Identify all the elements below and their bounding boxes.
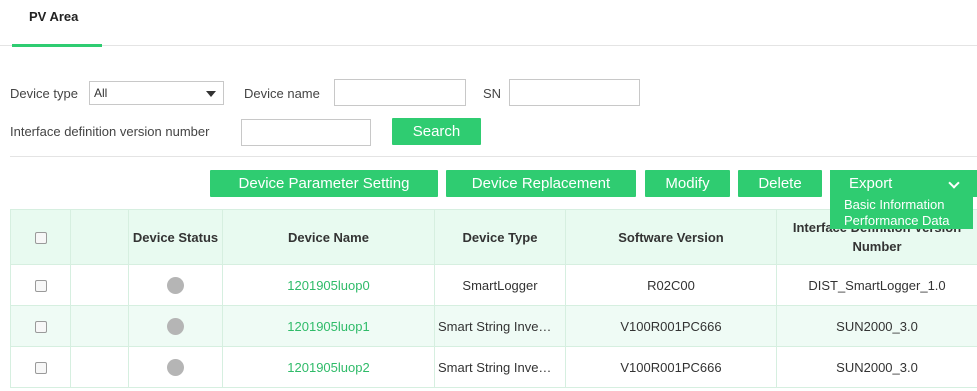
interface-version-cell: SUN2000_3.0 xyxy=(776,305,977,347)
interface-version-cell: SUN2000_3.0 xyxy=(776,346,977,388)
device-type-label: Device type xyxy=(10,86,78,101)
interface-version-input[interactable] xyxy=(241,119,371,146)
export-button[interactable]: Export xyxy=(830,170,977,197)
device-name-link[interactable]: 1201905luop1 xyxy=(222,305,435,347)
status-dot-icon xyxy=(167,276,184,294)
export-menu-performance-data[interactable]: Performance Data xyxy=(844,213,950,228)
device-type-cell: Smart String Inve… xyxy=(434,305,566,347)
device-parameter-setting-button[interactable]: Device Parameter Setting xyxy=(210,170,438,197)
device-type-header: Device Type xyxy=(434,209,566,265)
select-all-header xyxy=(10,209,71,265)
device-type-value: All xyxy=(94,86,108,100)
device-name-link[interactable]: 1201905luop0 xyxy=(222,264,435,306)
device-status-header: Device Status xyxy=(128,209,223,265)
row-select-cell xyxy=(10,305,71,347)
blank-cell xyxy=(70,305,129,347)
row-select-cell xyxy=(10,346,71,388)
chevron-down-icon xyxy=(948,177,960,189)
device-type-cell: Smart String Inve… xyxy=(434,346,566,388)
export-dropdown-menu: Basic Information Performance Data xyxy=(830,197,973,229)
status-dot-icon xyxy=(167,358,184,376)
tab-bar: PV Area xyxy=(0,0,977,47)
device-name-header: Device Name xyxy=(222,209,435,265)
sn-label: SN xyxy=(483,86,502,101)
device-name-link[interactable]: 1201905luop2 xyxy=(222,346,435,388)
row-select-cell xyxy=(10,264,71,306)
device-status-cell xyxy=(128,346,223,388)
device-status-cell xyxy=(128,264,223,306)
device-status-cell xyxy=(128,305,223,347)
table-row: 1201905luop2 Smart String Inve… V100R001… xyxy=(10,346,977,388)
status-dot-icon xyxy=(167,317,184,335)
search-button[interactable]: Search xyxy=(392,118,481,145)
row-checkbox[interactable] xyxy=(34,362,47,375)
device-table: Device Status Device Name Device Type So… xyxy=(10,209,977,388)
device-type-select[interactable]: All xyxy=(89,81,224,105)
export-menu-basic-information[interactable]: Basic Information xyxy=(844,197,944,212)
device-replacement-button[interactable]: Device Replacement xyxy=(446,170,636,197)
software-version-cell: V100R001PC666 xyxy=(565,346,777,388)
tab-pv-area[interactable]: PV Area xyxy=(12,0,102,47)
modify-button[interactable]: Modify xyxy=(645,170,730,197)
table-row: 1201905luop1 Smart String Inve… V100R001… xyxy=(10,305,977,347)
blank-cell xyxy=(70,264,129,306)
caret-down-icon xyxy=(206,91,216,97)
device-type-cell: SmartLogger xyxy=(434,264,566,306)
software-version-header: Software Version xyxy=(565,209,777,265)
device-name-label: Device name xyxy=(244,86,320,101)
delete-button[interactable]: Delete xyxy=(738,170,822,197)
software-version-cell: R02C00 xyxy=(565,264,777,306)
interface-version-cell: DIST_SmartLogger_1.0 xyxy=(776,264,977,306)
device-name-input[interactable] xyxy=(334,79,466,106)
select-all-checkbox[interactable] xyxy=(34,232,47,245)
table-row: 1201905luop0 SmartLogger R02C00 DIST_Sma… xyxy=(10,264,977,306)
software-version-cell: V100R001PC666 xyxy=(565,305,777,347)
row-checkbox[interactable] xyxy=(34,321,47,334)
interface-version-label: Interface definition version number xyxy=(10,124,210,139)
blank-cell xyxy=(70,346,129,388)
filter-divider xyxy=(10,156,977,157)
active-tab-indicator xyxy=(12,44,102,47)
export-label: Export xyxy=(849,175,893,192)
sn-input[interactable] xyxy=(509,79,640,106)
tab-pv-area-label: PV Area xyxy=(29,9,79,24)
row-checkbox[interactable] xyxy=(34,280,47,293)
blank-header xyxy=(70,209,129,265)
